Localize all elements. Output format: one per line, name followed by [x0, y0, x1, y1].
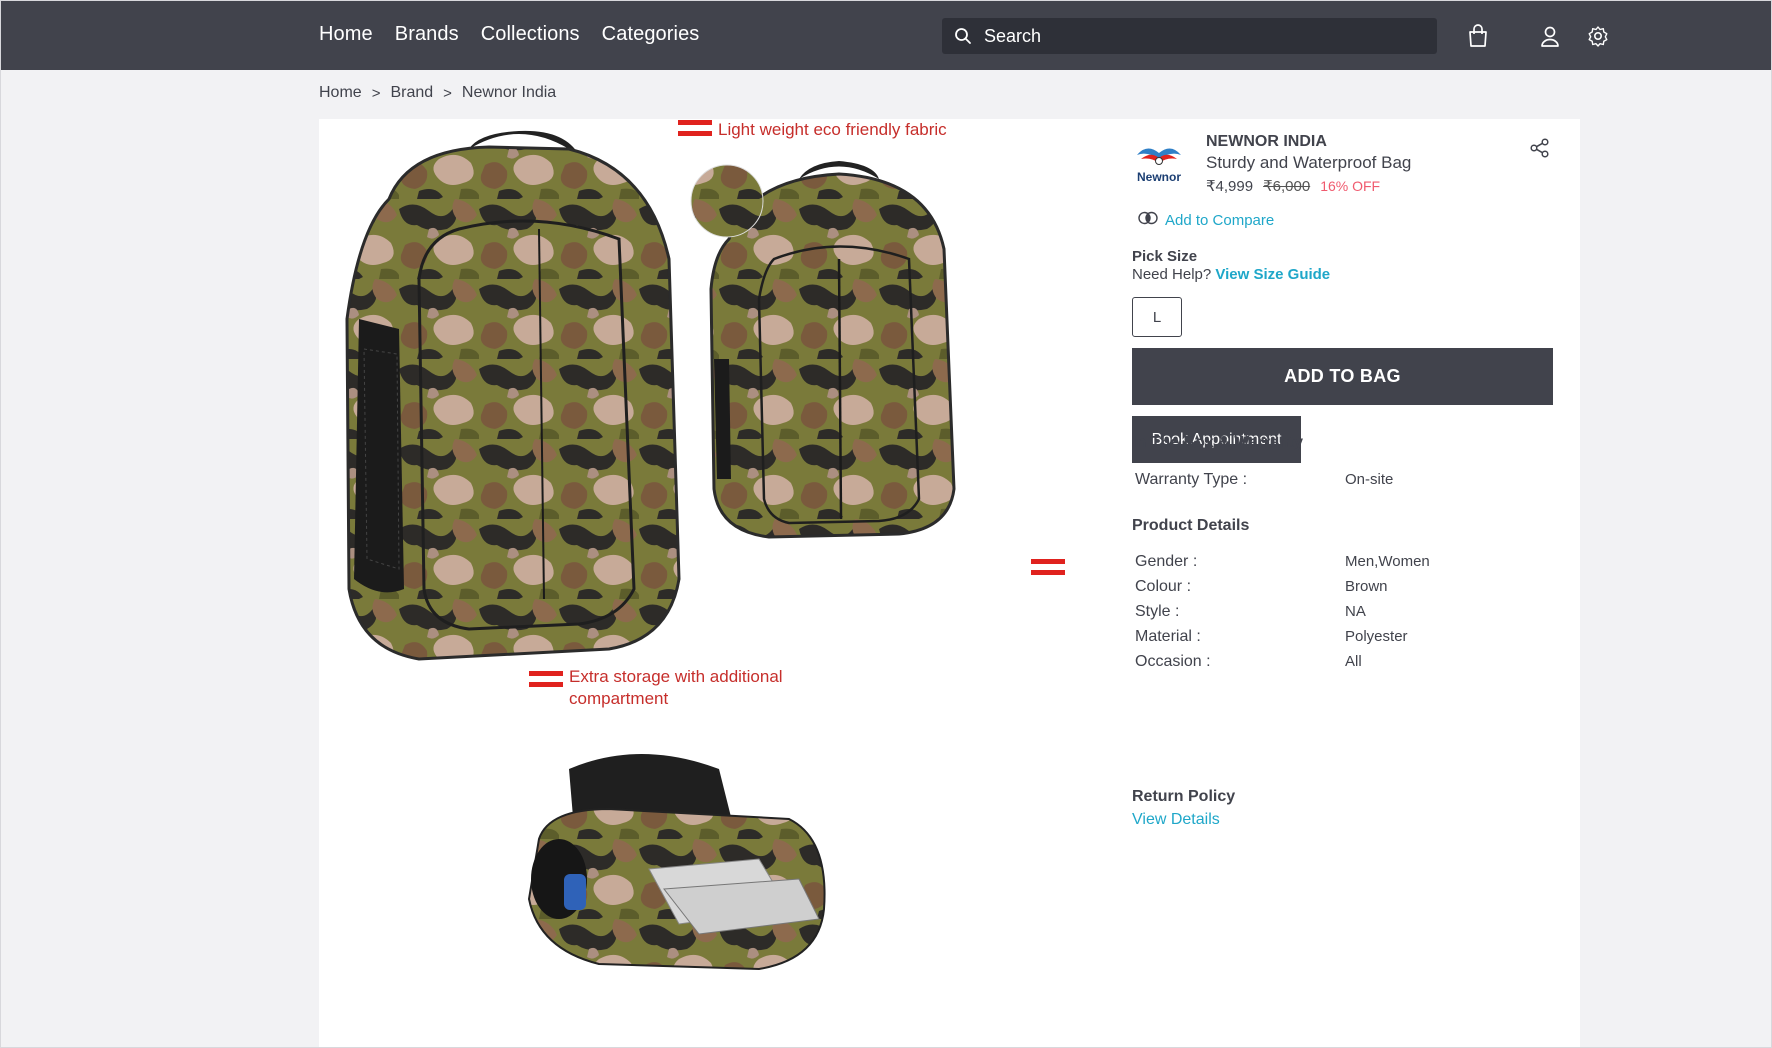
detail-value: Men,Women	[1345, 553, 1430, 570]
size-help: Need Help? View Size Guide	[1132, 266, 1330, 283]
bag-icon[interactable]	[1463, 21, 1493, 51]
discount-badge: 16% OFF	[1320, 178, 1381, 194]
nav-collections[interactable]: Collections	[481, 23, 580, 46]
add-to-bag-button[interactable]: ADD TO BAG	[1132, 348, 1553, 405]
chevron-right-icon: >	[371, 84, 381, 102]
chevron-right-icon: >	[443, 84, 452, 102]
return-policy-heading: Return Policy	[1132, 788, 1236, 805]
search-input[interactable]	[984, 25, 1424, 47]
callout-fabric: Light weight eco friendly fabric	[718, 120, 947, 139]
callout-marker	[1031, 559, 1065, 575]
nav-categories[interactable]: Categories	[602, 23, 700, 46]
breadcrumb-current: Newnor India	[461, 84, 557, 101]
original-price: ₹6,000	[1263, 178, 1311, 195]
product-details-heading: Product Details	[1132, 517, 1250, 534]
detail-label: Colour :	[1135, 578, 1192, 595]
detail-value: All	[1345, 653, 1362, 670]
detail-value: NA	[1345, 603, 1366, 620]
nav-home[interactable]: Home	[319, 23, 373, 46]
nav-brands[interactable]: Brands	[395, 23, 459, 46]
compare-icon	[1137, 211, 1159, 229]
detail-value: Polyester	[1345, 628, 1408, 645]
breadcrumb-home[interactable]: Home	[319, 84, 362, 102]
warranty-table: Warranty Type : On-site	[1135, 471, 1545, 489]
product-title: Sturdy and Waterproof Bag	[1206, 153, 1412, 172]
share-icon[interactable]	[1529, 137, 1553, 161]
add-to-compare-link[interactable]: Add to Compare	[1137, 211, 1274, 229]
callout-storage-line2: compartment	[569, 689, 669, 708]
warranty-type-label: Warranty Type :	[1135, 471, 1248, 488]
product-image[interactable]: Light weight eco friendly fabric Extra s…	[319, 119, 1119, 1047]
breadcrumb: Home > Brand > Newnor India	[319, 84, 556, 102]
page-frame: Home Brands Collections Categories Home …	[0, 0, 1772, 1048]
product-card: Light weight eco friendly fabric Extra s…	[319, 119, 1580, 1047]
selling-price: ₹4,999	[1206, 178, 1254, 195]
size-option-l[interactable]: L	[1132, 297, 1182, 337]
detail-label: Occasion :	[1135, 653, 1211, 670]
user-icon[interactable]	[1535, 21, 1565, 51]
warranty-type-value: On-site	[1345, 471, 1394, 488]
callout-marker	[529, 671, 563, 687]
compare-label: Add to Compare	[1165, 211, 1275, 229]
brand-logo[interactable]: Newnor	[1131, 141, 1187, 185]
settings-icon[interactable]	[1583, 21, 1613, 51]
return-policy-link[interactable]: View Details	[1132, 811, 1220, 829]
callout-marker	[678, 120, 712, 136]
detail-label: Material :	[1135, 628, 1201, 645]
detail-label: Style :	[1135, 603, 1180, 620]
svg-text:Newnor: Newnor	[1137, 170, 1181, 184]
product-details-table: Gender : Men,Women Colour : Brown Style …	[1135, 553, 1545, 671]
brand-name[interactable]: NEWNOR INDIA	[1206, 133, 1327, 151]
main-nav: Home Brands Collections Categories	[319, 23, 699, 46]
backpack-illustration	[345, 130, 956, 971]
price-row: ₹4,999 ₹6,000 16% OFF	[1206, 177, 1380, 195]
need-help-text: Need Help?	[1132, 266, 1212, 283]
breadcrumb-brand[interactable]: Brand	[390, 84, 433, 102]
detail-value: Brown	[1345, 578, 1388, 595]
pick-size-label: Pick Size	[1132, 248, 1198, 265]
top-header: Home Brands Collections Categories	[1, 1, 1771, 70]
search-icon	[942, 18, 984, 54]
detail-label: Gender :	[1135, 553, 1198, 570]
callout-storage-line1: Extra storage with additional	[569, 667, 783, 686]
search-bar[interactable]	[942, 18, 1437, 54]
warranty-heading: In The Box & Warranty	[1132, 434, 1303, 451]
size-guide-link[interactable]: View Size Guide	[1215, 266, 1330, 283]
